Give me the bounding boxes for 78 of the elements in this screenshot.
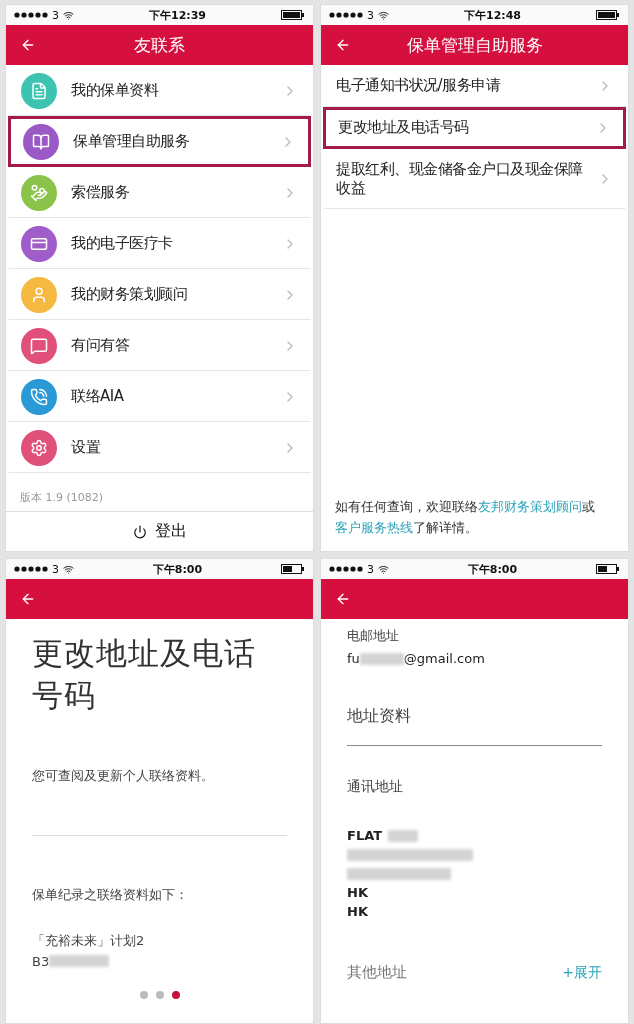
signal-icon	[329, 12, 363, 18]
clock-time: 下午8:00	[466, 561, 519, 577]
menu-item[interactable]: 保单管理自助服务	[8, 116, 311, 167]
menu-item-label: 提取红利、现金储备金户口及现金保障收益	[336, 159, 583, 199]
email-text: fu	[347, 651, 360, 666]
menu-item-label: 索偿服务	[71, 182, 130, 203]
battery-icon	[596, 564, 620, 574]
plan-name: 「充裕未来」计划2	[32, 931, 146, 950]
menu-item-label: 我的保单资料	[71, 80, 160, 101]
menu-item-label: 设置	[71, 437, 102, 458]
back-button[interactable]	[20, 591, 36, 607]
menu-item-icon	[21, 225, 57, 262]
policy-number: B3	[32, 953, 50, 969]
menu-item-icon	[23, 123, 59, 160]
menu-item[interactable]: 更改地址及电话号码	[323, 107, 626, 149]
battery-icon	[281, 564, 305, 574]
address-line: FLAT	[347, 828, 383, 843]
menu-item[interactable]: 提取红利、现金储备金户口及现金保障收益	[323, 149, 626, 209]
power-icon	[132, 524, 147, 539]
menu-item[interactable]: 我的电子医疗卡	[8, 218, 311, 269]
wifi-icon	[63, 563, 74, 575]
redacted-mark	[49, 955, 110, 968]
menu-item-icon	[21, 429, 57, 466]
menu-item-label: 有问有答	[71, 335, 131, 356]
address-line: HK	[347, 885, 368, 900]
menu-item-icon	[21, 276, 57, 313]
wifi-icon	[63, 9, 74, 21]
menu-item[interactable]: 我的财务策划顾问	[8, 269, 311, 320]
menu-item-icon	[21, 327, 57, 364]
section-heading: 地址资料	[347, 706, 412, 727]
carrier-name: 3	[367, 8, 374, 22]
clock-time: 下午12:48	[463, 7, 522, 23]
menu-item[interactable]: 电子通知书状况/服务申请	[323, 65, 626, 107]
menu-item-icon	[21, 72, 57, 109]
clock-time: 下午8:00	[151, 561, 204, 577]
wifi-icon	[378, 563, 389, 575]
email-text: @gmail.com	[403, 651, 485, 666]
page-heading: 更改地址及电话号码	[32, 634, 257, 715]
menu-item-icon	[21, 378, 57, 415]
menu-item[interactable]: 有问有答	[8, 320, 311, 371]
menu-item[interactable]: 联络AIA	[8, 371, 311, 422]
signal-icon	[329, 566, 363, 572]
menu-item-label: 保单管理自助服务	[73, 131, 190, 152]
section-label: 保单纪录之联络资料如下：	[32, 885, 189, 904]
redacted-mark	[359, 652, 404, 665]
menu-item-label: 电子通知书状况/服务申请	[336, 76, 502, 96]
field-label: 电邮地址	[347, 627, 400, 645]
menu-item-label: 我的电子医疗卡	[71, 233, 174, 254]
wifi-icon	[378, 9, 389, 21]
version-text: 版本 1.9 (1082)	[19, 490, 105, 506]
page-dot[interactable]	[155, 991, 164, 999]
address-line: HK	[347, 904, 368, 919]
help-note: 如有任何查询，欢迎联络友邦财务策划顾问或 客户服务热线了解详情。	[334, 498, 596, 538]
field-label: 其他地址	[347, 963, 407, 982]
page-dot[interactable]	[139, 991, 148, 999]
clock-time: 下午12:39	[148, 7, 207, 23]
menu-item-label: 更改地址及电话号码	[338, 118, 470, 138]
page-dot[interactable]	[171, 991, 180, 999]
menu-item-label: 联络AIA	[71, 386, 125, 407]
battery-icon	[281, 10, 305, 20]
carrier-name: 3	[52, 562, 59, 576]
carrier-name: 3	[52, 8, 59, 22]
signal-icon	[14, 566, 48, 572]
menu-item-icon	[21, 174, 57, 211]
intro-text: 您可查阅及更新个人联络资料。	[32, 766, 215, 785]
back-button[interactable]	[335, 591, 351, 607]
signal-icon	[14, 12, 48, 18]
menu-item[interactable]: 设置	[8, 422, 311, 473]
menu-item-label: 我的财务策划顾问	[71, 284, 188, 305]
field-label: 通讯地址	[347, 778, 404, 796]
screen-title: 友联系	[133, 33, 186, 57]
carrier-name: 3	[367, 562, 374, 576]
menu-item[interactable]: 索偿服务	[8, 167, 311, 218]
battery-icon	[596, 10, 620, 20]
screen-title: 保单管理自助服务	[405, 33, 544, 57]
back-button[interactable]	[20, 37, 36, 53]
back-button[interactable]	[335, 37, 351, 53]
menu-item[interactable]: 我的保单资料	[8, 65, 311, 116]
